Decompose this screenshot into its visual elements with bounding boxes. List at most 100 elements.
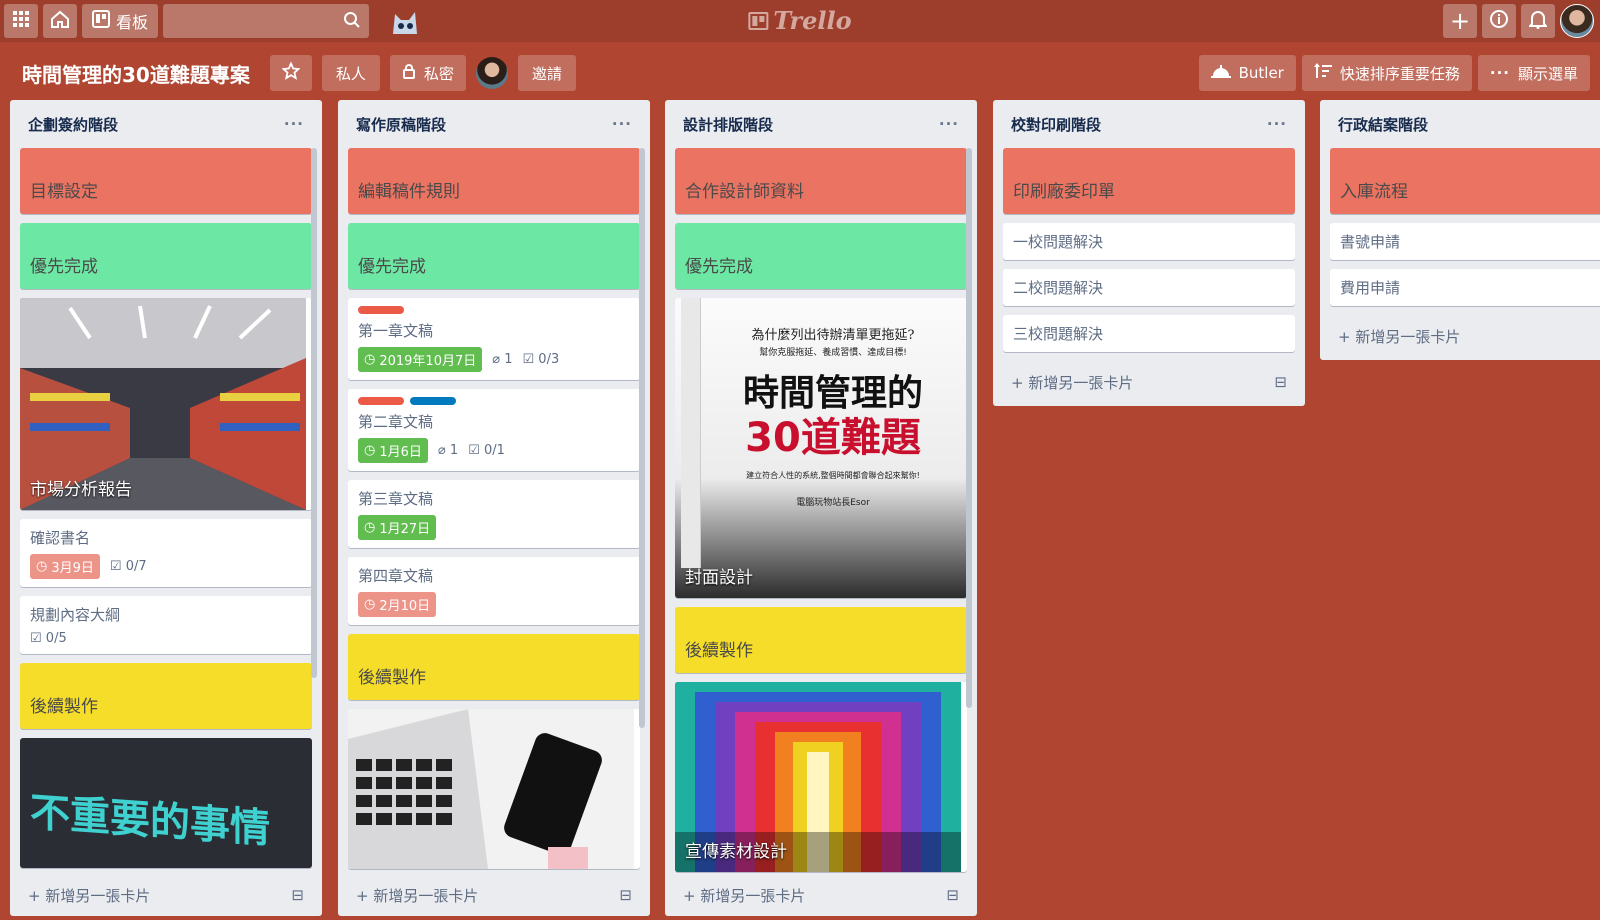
- list-closing: 行政結案階段 入庫流程 書號申請 費用申請 + 新增另一張卡片: [1320, 100, 1600, 360]
- list-title[interactable]: 校對印刷階段: [1011, 114, 1101, 135]
- red-label[interactable]: [358, 397, 404, 405]
- list-title[interactable]: 寫作原稿階段: [356, 114, 446, 135]
- list-title[interactable]: 設計排版階段: [683, 114, 773, 135]
- red-label[interactable]: [358, 306, 404, 314]
- list-item[interactable]: [348, 709, 640, 869]
- list-item[interactable]: 二校問題解決: [1003, 269, 1295, 306]
- plus-icon: +: [28, 886, 46, 905]
- star-button[interactable]: [269, 55, 312, 91]
- checklist-count: 0/1: [483, 443, 505, 458]
- card-template-icon[interactable]: ⊟: [619, 886, 632, 904]
- due-date-badge[interactable]: ◷ 2019年10月7日: [358, 347, 483, 372]
- invite-button[interactable]: 邀請: [517, 55, 576, 91]
- list-item[interactable]: 市場分析報告: [20, 298, 312, 510]
- board-icon: [92, 10, 110, 32]
- blue-label[interactable]: [410, 397, 456, 405]
- apps-menu-button[interactable]: [4, 4, 38, 38]
- due-date-badge[interactable]: ◷ 2月10日: [358, 592, 437, 617]
- list-item[interactable]: 目標設定: [20, 148, 312, 214]
- due-date-badge[interactable]: ◷ 1月6日: [358, 438, 428, 463]
- card-title: 後續製作: [358, 668, 426, 688]
- add-card-label: 新增另一張卡片: [1355, 327, 1461, 346]
- butler-button[interactable]: Butler: [1198, 55, 1296, 91]
- list-item[interactable]: 三校問題解決: [1003, 315, 1295, 352]
- list-header[interactable]: 設計排版階段 ···: [665, 100, 977, 148]
- butler-bell-icon: [1210, 63, 1231, 83]
- due-date-text: 2月10日: [379, 599, 431, 614]
- sort-tasks-button[interactable]: 快速排序重要任務: [1301, 55, 1472, 91]
- list-item[interactable]: 宣傳素材設計: [675, 682, 967, 872]
- privacy-button[interactable]: 私密: [389, 55, 466, 91]
- card-template-icon[interactable]: ⊟: [946, 886, 959, 904]
- list-item[interactable]: 優先完成: [348, 223, 640, 289]
- list-menu-icon[interactable]: ···: [939, 115, 959, 133]
- board-title[interactable]: 時間管理的30道難題專案: [10, 59, 262, 88]
- list-item[interactable]: 費用申請: [1330, 269, 1600, 306]
- card-list: 合作設計師資料 優先完成 為什麼列出待辦清單更拖延? 幫你克服拖延、養成習慣、達…: [665, 148, 977, 874]
- due-date-badge[interactable]: ◷ 3月9日: [30, 554, 100, 579]
- list-item[interactable]: 優先完成: [675, 223, 967, 289]
- checklist-count: 0/5: [45, 631, 67, 646]
- card-title: 一校問題解決: [1013, 233, 1104, 251]
- add-card-label: 新增另一張卡片: [373, 886, 479, 905]
- create-button[interactable]: +: [1443, 4, 1477, 38]
- list-item[interactable]: 確認書名 ◷ 3月9日 ☑ 0/7: [20, 519, 312, 587]
- member-avatar[interactable]: [475, 57, 508, 89]
- list-item[interactable]: 規劃內容大綱 ☑ 0/5: [20, 596, 312, 654]
- list-menu-icon[interactable]: ···: [612, 115, 632, 133]
- list-item[interactable]: 一校問題解決: [1003, 223, 1295, 260]
- info-button[interactable]: [1482, 4, 1516, 38]
- add-card-button[interactable]: + 新增另一張卡片: [28, 885, 150, 906]
- card-template-icon[interactable]: ⊟: [291, 886, 304, 904]
- list-header[interactable]: 校對印刷階段 ···: [993, 100, 1305, 148]
- list-item[interactable]: 第二章文稿 ◷ 1月6日 ⌀ 1 ☑ 0/1: [348, 389, 640, 471]
- user-avatar[interactable]: [1560, 4, 1594, 38]
- list-item[interactable]: 為什麼列出待辦清單更拖延? 幫你克服拖延、養成習慣、達成目標! 時間管理的 30…: [675, 298, 967, 598]
- due-date-text: 1月27日: [379, 522, 431, 537]
- list-item[interactable]: 第四章文稿 ◷ 2月10日: [348, 557, 640, 625]
- add-card-button[interactable]: + 新增另一張卡片: [1011, 372, 1133, 393]
- list-menu-icon[interactable]: ···: [284, 115, 304, 133]
- list-item[interactable]: 合作設計師資料: [675, 148, 967, 214]
- add-card-row[interactable]: + 新增另一張卡片: [1320, 315, 1600, 357]
- boards-button[interactable]: 看板: [82, 4, 159, 38]
- list-item[interactable]: 書號申請: [1330, 223, 1600, 260]
- list-item[interactable]: 後續製作: [20, 663, 312, 729]
- search-input[interactable]: [163, 4, 370, 38]
- card-title: 三校問題解決: [1013, 325, 1104, 343]
- list-item[interactable]: 優先完成: [20, 223, 312, 289]
- home-button[interactable]: [43, 4, 77, 38]
- add-card-button[interactable]: + 新增另一張卡片: [356, 885, 478, 906]
- add-card-row[interactable]: + 新增另一張卡片 ⊟: [338, 874, 650, 916]
- list-item[interactable]: 第三章文稿 ◷ 1月27日: [348, 480, 640, 548]
- list-item[interactable]: 第一章文稿 ◷ 2019年10月7日 ⌀ 1 ☑ 0/3: [348, 298, 640, 380]
- team-visibility-button[interactable]: 私人: [321, 55, 380, 91]
- list-header[interactable]: 行政結案階段: [1320, 100, 1600, 148]
- list-header[interactable]: 企劃簽約階段 ···: [10, 100, 322, 148]
- due-date-badge[interactable]: ◷ 1月27日: [358, 515, 437, 540]
- list-title[interactable]: 行政結案階段: [1338, 114, 1428, 135]
- list-item[interactable]: 編輯稿件規則: [348, 148, 640, 214]
- list-item[interactable]: 後續製作: [348, 634, 640, 700]
- list-scrollbar[interactable]: [966, 148, 972, 708]
- book-cover: 為什麼列出待辦清單更拖延? 幫你克服拖延、養成習慣、達成目標! 時間管理的 30…: [705, 324, 961, 508]
- book-author: 電腦玩物站長Esor: [796, 498, 870, 508]
- notifications-button[interactable]: [1521, 4, 1555, 38]
- show-menu-button[interactable]: ··· 顯示選單: [1477, 55, 1590, 91]
- add-card-row[interactable]: + 新增另一張卡片 ⊟: [993, 361, 1305, 403]
- add-card-button[interactable]: + 新增另一張卡片: [683, 885, 805, 906]
- add-card-row[interactable]: + 新增另一張卡片 ⊟: [10, 874, 322, 916]
- list-item[interactable]: 入庫流程: [1330, 148, 1600, 214]
- list-menu-icon[interactable]: ···: [1267, 115, 1287, 133]
- list-item[interactable]: 印刷廠委印單: [1003, 148, 1295, 214]
- list-header[interactable]: 寫作原稿階段 ···: [338, 100, 650, 148]
- card-template-icon[interactable]: ⊟: [1274, 373, 1287, 391]
- list-scrollbar[interactable]: [311, 148, 317, 678]
- list-title[interactable]: 企劃簽約階段: [28, 114, 118, 135]
- list-scrollbar[interactable]: [639, 148, 645, 728]
- trello-logo[interactable]: Trello: [748, 6, 852, 35]
- add-card-row[interactable]: + 新增另一張卡片 ⊟: [665, 874, 977, 916]
- list-item[interactable]: 不重要的事情: [20, 738, 312, 868]
- add-card-button[interactable]: + 新增另一張卡片: [1338, 326, 1460, 347]
- list-item[interactable]: 後續製作: [675, 607, 967, 673]
